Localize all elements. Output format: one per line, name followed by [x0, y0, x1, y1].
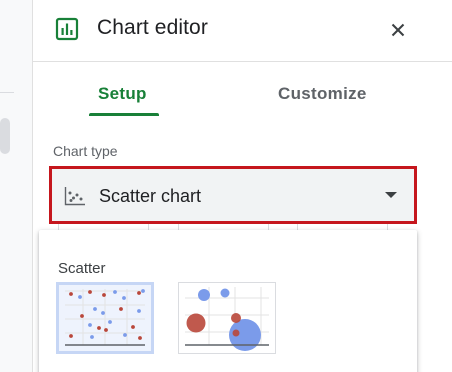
panel-title: Chart editor	[97, 16, 208, 39]
panel-header: Chart editor	[33, 0, 452, 62]
background-divider	[0, 92, 14, 93]
page-background-strip	[0, 0, 32, 372]
dropdown-arrow-icon	[385, 192, 397, 198]
background-scrollbar[interactable]	[0, 118, 10, 154]
chart-editor-panel: Chart editor Setup Customize Chart type …	[32, 0, 452, 372]
bar-chart-icon	[55, 17, 79, 41]
bubble-chart-option[interactable]	[178, 282, 276, 354]
scatter-chart-option[interactable]	[56, 282, 154, 354]
chart-type-label: Chart type	[53, 143, 118, 159]
close-icon[interactable]	[385, 17, 411, 43]
scatter-chart-icon	[64, 187, 85, 206]
bubble-chart-thumbnail	[185, 287, 269, 351]
chart-type-dropdown[interactable]: Scatter chart	[49, 166, 417, 224]
editor-tabs: Setup Customize	[33, 62, 452, 118]
chart-type-value: Scatter chart	[99, 186, 202, 206]
menu-section-label: Scatter	[58, 260, 106, 277]
scatter-chart-thumbnail	[65, 289, 145, 346]
chart-type-menu: Scatter	[39, 230, 417, 372]
tab-setup[interactable]: Setup	[98, 84, 147, 104]
tab-customize[interactable]: Customize	[278, 84, 367, 104]
active-tab-indicator	[89, 113, 159, 116]
